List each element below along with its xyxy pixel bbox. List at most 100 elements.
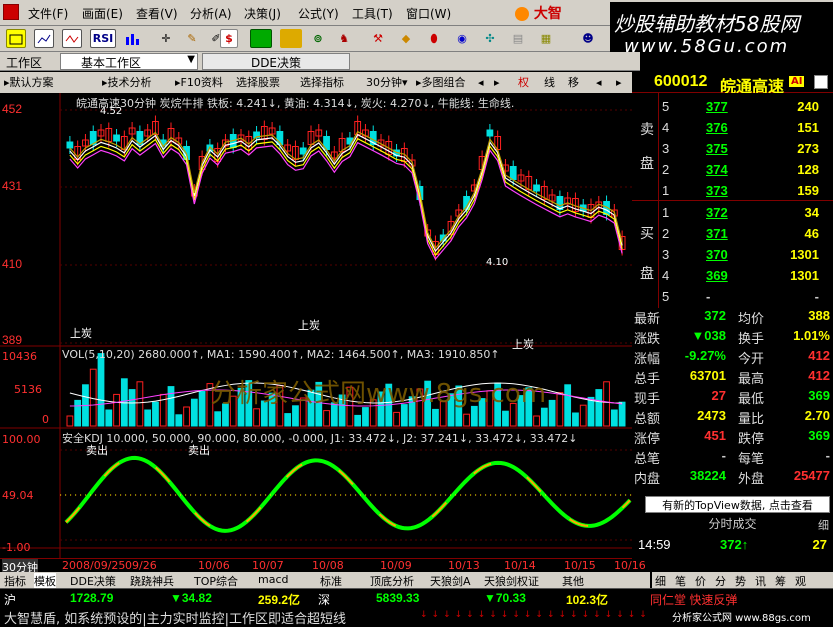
crosshair-icon[interactable]: ✛ xyxy=(156,29,176,48)
tab-template[interactable]: 模板 xyxy=(34,573,56,589)
volume-axis-label: 0 xyxy=(42,413,49,426)
menu-window[interactable]: 窗口(W) xyxy=(406,5,451,22)
topview-button[interactable]: 有新的TopView数据, 点击查看 xyxy=(645,496,830,513)
right-tab[interactable]: 笔 xyxy=(675,573,686,589)
flag-icon[interactable] xyxy=(250,29,272,48)
right-tab[interactable]: 筹 xyxy=(775,573,786,589)
overlay-banner-url: www.58Gu.com xyxy=(624,36,790,57)
price-axis-label: 431 xyxy=(2,179,23,193)
tab-f10[interactable]: ▸F10资料 xyxy=(175,74,223,91)
panel-toggle-icon[interactable] xyxy=(814,75,828,89)
binoculars-icon[interactable]: ⊚ xyxy=(308,29,328,48)
tab-period[interactable]: 30分钟▾ xyxy=(366,74,408,91)
right-tab[interactable]: 势 xyxy=(735,573,746,589)
stock-icon[interactable] xyxy=(280,29,302,48)
tab-wolf-a[interactable]: 天狼剑A xyxy=(430,573,471,589)
menu-view[interactable]: 画面(E) xyxy=(82,5,123,22)
bull-icon[interactable]: ♞ xyxy=(334,29,354,48)
pill-icon[interactable]: ⬮ xyxy=(424,29,444,48)
tab-seesaw[interactable]: 跷跷神兵 xyxy=(130,573,174,589)
sz-change: ▼70.33 xyxy=(484,591,526,605)
ask-row[interactable]: 2 374 128 xyxy=(658,160,833,180)
trend-icon[interactable] xyxy=(62,29,82,48)
scroll-right-icon[interactable]: ▸ xyxy=(494,74,500,91)
pencil-icon[interactable]: ✎ xyxy=(182,29,202,48)
moving-average-lines xyxy=(69,130,623,261)
ticker-text[interactable]: 大智慧盾, 如系统预设的|主力实时监控|工作区即适合超短线 xyxy=(4,608,420,627)
tab-select-stock[interactable]: 选择股票 xyxy=(236,74,280,91)
ask-row[interactable]: 3 375 273 xyxy=(658,139,833,159)
volume-bar xyxy=(548,399,556,427)
right-tab[interactable]: 价 xyxy=(695,573,706,589)
menu-look[interactable]: 查看(V) xyxy=(136,5,178,22)
sh-index: 1728.79 xyxy=(70,591,114,605)
volume-bar xyxy=(66,415,74,427)
menu-decision[interactable]: 决策(J) xyxy=(244,5,281,22)
volume-bar xyxy=(105,409,113,427)
rsi-button[interactable]: RSI xyxy=(90,29,116,48)
ai-badge[interactable]: AI xyxy=(789,76,805,87)
scroll-left-icon[interactable]: ◂ xyxy=(478,74,484,91)
right-tab[interactable]: 讯 xyxy=(755,573,766,589)
tab-indicator[interactable]: 指标 xyxy=(4,573,26,589)
watermark: 分析家公式网www.8gs.com xyxy=(210,379,547,409)
tab-move[interactable]: 移 xyxy=(568,74,579,91)
annotation-left: 上炭 xyxy=(70,327,92,340)
right-tab[interactable]: 观 xyxy=(795,573,806,589)
diamond-icon[interactable]: ◆ xyxy=(396,29,416,48)
tab-default-scheme[interactable]: ▸默认方案 xyxy=(4,74,54,91)
chart-icon[interactable] xyxy=(6,29,26,48)
tab-select-indicator[interactable]: 选择指标 xyxy=(300,74,344,91)
bars-icon[interactable] xyxy=(122,29,142,48)
chart-area[interactable]: 452 431 410 389 皖通高速30分钟 炭烷牛排 铁板: 4.241↓… xyxy=(0,93,632,558)
tab-macd[interactable]: macd xyxy=(258,573,289,586)
volume-bar xyxy=(284,413,292,427)
tab-multi-chart[interactable]: ▸多图组合 xyxy=(416,74,466,91)
kline-icon[interactable] xyxy=(34,29,54,48)
quote-label: 跌停 xyxy=(738,431,765,446)
ask-price: 373 xyxy=(706,183,728,198)
prev-icon[interactable]: ◂ xyxy=(596,74,602,91)
menu-file[interactable]: 文件(F) xyxy=(28,5,68,22)
trades-detail-tab[interactable]: 细 xyxy=(818,517,829,533)
menu-tools[interactable]: 工具(T) xyxy=(352,5,393,22)
tab-other[interactable]: 其他 xyxy=(562,573,584,589)
tab-topbottom[interactable]: 顶底分析 xyxy=(370,573,414,589)
dde-tab[interactable]: DDE决策 xyxy=(202,53,350,70)
globe-icon[interactable]: ◉ xyxy=(452,29,472,48)
ask-row[interactable]: 4 376 151 xyxy=(658,118,833,138)
tab-standard[interactable]: 标准 xyxy=(320,573,342,589)
user-icon[interactable]: ☻ xyxy=(578,29,598,48)
tab-line[interactable]: 线 xyxy=(544,74,555,91)
bid-row[interactable]: 5 - - xyxy=(658,287,833,307)
right-tab[interactable]: 细 xyxy=(655,573,666,589)
tab-wolf-warrant[interactable]: 天狼剑权证 xyxy=(484,573,539,589)
volume-axis-label: 10436 xyxy=(2,350,37,363)
menu-formula[interactable]: 公式(Y) xyxy=(298,5,339,22)
bid-row[interactable]: 4 369 1301 xyxy=(658,266,833,286)
tab-rights[interactable]: 权 xyxy=(518,74,529,91)
chevron-down-icon[interactable]: ▼ xyxy=(187,54,195,65)
sh-change: ▼34.82 xyxy=(170,591,212,605)
next-icon[interactable]: ▸ xyxy=(616,74,622,91)
tab-tech-analysis[interactable]: ▸技术分析 xyxy=(102,74,152,91)
volume-bar xyxy=(595,389,603,427)
chart-title-line: 皖通高速30分钟 炭烷牛排 铁板: 4.241↓, 黄油: 4.314↓, 炭火… xyxy=(76,97,515,110)
menu-analysis[interactable]: 分析(A) xyxy=(190,5,232,22)
app-icon[interactable] xyxy=(3,4,19,20)
bid-row[interactable]: 2 371 46 xyxy=(658,224,833,244)
ask-row[interactable]: 1 373 159 xyxy=(658,181,833,201)
tab-dde[interactable]: DDE决策 xyxy=(70,573,116,589)
bid-volume: 1301 xyxy=(790,268,819,283)
tab-top[interactable]: TOP综合 xyxy=(194,573,238,589)
hammer-icon[interactable]: ⚒ xyxy=(368,29,388,48)
dollar-button[interactable]: $ xyxy=(220,29,238,48)
workspace-selector[interactable]: 基本工作区 ▼ xyxy=(60,53,198,70)
news-icon[interactable]: ▦ xyxy=(536,29,556,48)
ask-row[interactable]: 5 377 240 xyxy=(658,97,833,117)
compass-icon[interactable]: ✣ xyxy=(480,29,500,48)
report-icon[interactable]: ▤ xyxy=(508,29,528,48)
bid-row[interactable]: 3 370 1301 xyxy=(658,245,833,265)
bid-row[interactable]: 1 372 34 xyxy=(658,203,833,223)
right-tab[interactable]: 分 xyxy=(715,573,726,589)
